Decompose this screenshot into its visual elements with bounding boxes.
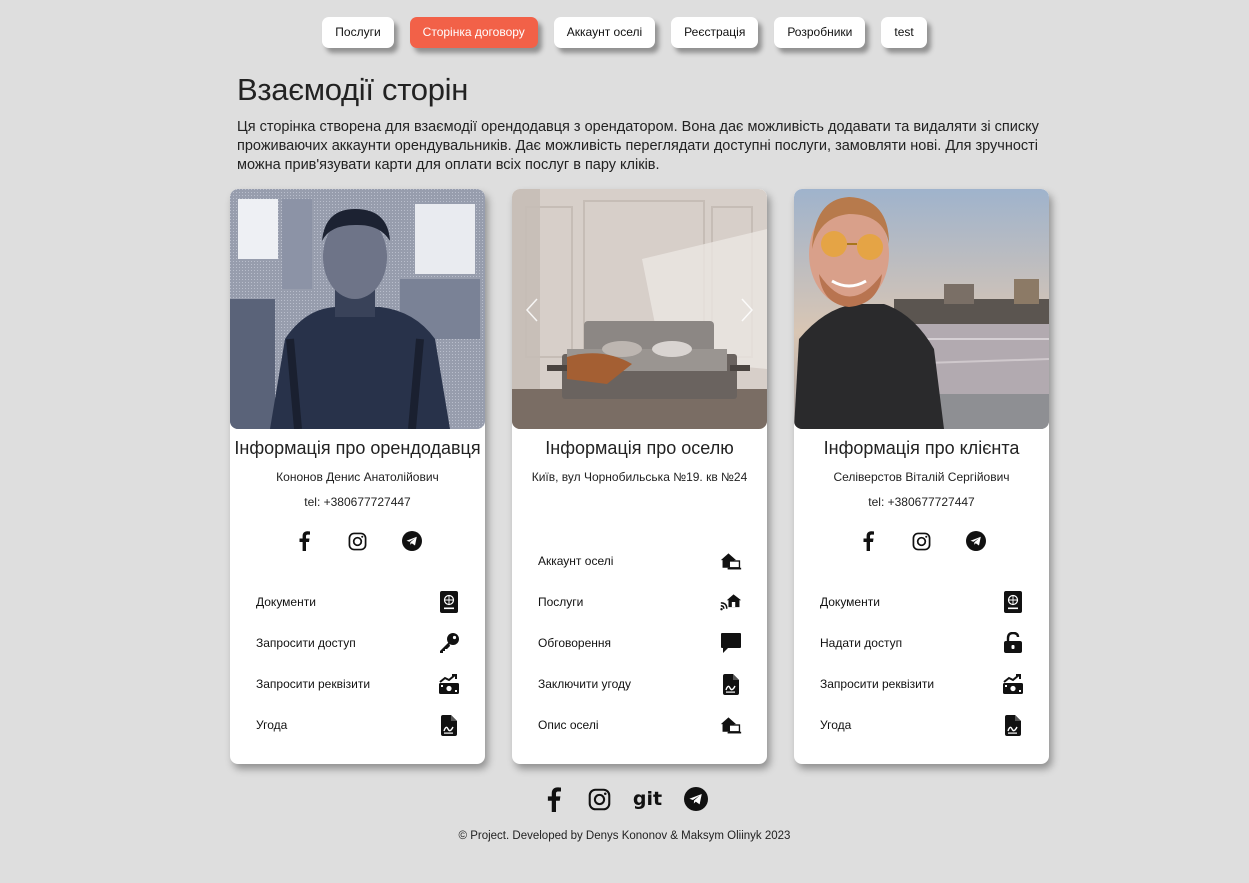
action-label: Документи bbox=[256, 595, 316, 609]
action-label: Заключити угоду bbox=[538, 677, 632, 691]
nav-services[interactable]: Послуги bbox=[322, 17, 394, 48]
instagram-icon[interactable] bbox=[912, 531, 932, 551]
landlord-card: Інформація про орендодавця Кононов Денис… bbox=[230, 189, 485, 764]
money-trend-icon bbox=[1002, 673, 1024, 695]
nav-test[interactable]: test bbox=[881, 17, 927, 48]
action-label: Угода bbox=[820, 718, 852, 732]
facebook-icon[interactable] bbox=[541, 786, 567, 812]
nav-contract-page[interactable]: Сторінка договору bbox=[409, 17, 538, 48]
client-name: Селіверстов Віталій Сергійович bbox=[833, 470, 1010, 484]
home-discussion-action[interactable]: Обговорення bbox=[538, 631, 742, 655]
client-agreement-action[interactable]: Угода bbox=[820, 713, 1024, 737]
action-label: Угода bbox=[256, 718, 288, 732]
landlord-request-access-action[interactable]: Запросити доступ bbox=[256, 631, 460, 655]
page-title: Взаємодії сторін bbox=[237, 72, 469, 107]
landlord-phone: tel: +380677727447 bbox=[304, 495, 411, 509]
git-label: git bbox=[632, 788, 663, 810]
action-label: Опис оселі bbox=[538, 718, 599, 732]
landlord-agreement-action[interactable]: Угода bbox=[256, 713, 460, 737]
home-description-action[interactable]: Опис оселі bbox=[538, 713, 742, 737]
action-label: Запросити доступ bbox=[256, 636, 356, 650]
carousel-next-icon[interactable] bbox=[739, 297, 755, 323]
key-icon bbox=[438, 632, 460, 654]
telegram-icon[interactable] bbox=[401, 531, 422, 551]
bedroom-photo-carousel[interactable] bbox=[512, 189, 767, 429]
facebook-icon[interactable] bbox=[294, 531, 314, 551]
action-label: Надати доступ bbox=[820, 636, 903, 650]
house-signal-icon bbox=[720, 591, 742, 613]
instagram-icon[interactable] bbox=[348, 531, 368, 551]
client-card: Інформація про клієнта Селіверстов Вітал… bbox=[794, 189, 1049, 764]
contract-file-icon bbox=[720, 673, 742, 695]
home-card: Інформація про оселю Київ, вул Чорнобиль… bbox=[512, 189, 767, 764]
client-request-details-action[interactable]: Запросити реквізити bbox=[820, 672, 1024, 696]
landlord-photo bbox=[230, 189, 485, 429]
unlock-icon bbox=[1002, 632, 1024, 654]
action-label: Обговорення bbox=[538, 636, 612, 650]
landlord-card-title: Інформація про орендодавця bbox=[234, 438, 481, 458]
money-trend-icon bbox=[438, 673, 460, 695]
passport-icon bbox=[1002, 591, 1024, 613]
landlord-request-details-action[interactable]: Запросити реквізити bbox=[256, 672, 460, 696]
telegram-icon[interactable] bbox=[965, 531, 986, 551]
client-socials bbox=[794, 531, 1049, 551]
house-laptop-icon bbox=[720, 550, 742, 572]
client-grant-access-action[interactable]: Надати доступ bbox=[820, 631, 1024, 655]
nav-developers[interactable]: Розробники bbox=[774, 17, 866, 48]
nav-registration[interactable]: Реєстрація bbox=[671, 17, 759, 48]
contract-file-icon bbox=[1002, 714, 1024, 736]
action-label: Запросити реквізити bbox=[820, 677, 935, 691]
action-label: Запросити реквізити bbox=[256, 677, 371, 691]
client-card-title: Інформація про клієнта bbox=[823, 438, 1020, 458]
page-intro: Ця сторінка створена для взаємодії оренд… bbox=[237, 119, 1039, 173]
nav-home-account[interactable]: Аккаунт оселі bbox=[553, 17, 656, 48]
contract-file-icon bbox=[438, 714, 460, 736]
footer-copyright: © Project. Developed by Denys Kononov & … bbox=[458, 830, 791, 842]
house-laptop-icon bbox=[720, 714, 742, 736]
client-photo bbox=[794, 189, 1049, 429]
home-address: Київ, вул Чорнобильська №19. кв №24 bbox=[531, 470, 748, 484]
top-nav: Послуги Сторінка договору Аккаунт оселі … bbox=[0, 17, 1249, 48]
landlord-name: Кононов Денис Анатолійович bbox=[276, 470, 439, 484]
action-label: Послуги bbox=[538, 595, 584, 609]
landlord-socials bbox=[230, 531, 485, 551]
home-make-agreement-action[interactable]: Заключити угоду bbox=[538, 672, 742, 696]
home-card-title: Інформація про оселю bbox=[545, 438, 734, 458]
action-label: Документи bbox=[820, 595, 880, 609]
footer-socials: git bbox=[0, 786, 1249, 812]
instagram-icon[interactable] bbox=[587, 786, 613, 812]
passport-icon bbox=[438, 591, 460, 613]
landlord-documents-action[interactable]: Документи bbox=[256, 590, 460, 614]
client-phone: tel: +380677727447 bbox=[868, 495, 975, 509]
home-services-action[interactable]: Послуги bbox=[538, 590, 742, 614]
home-account-action[interactable]: Аккаунт оселі bbox=[538, 549, 742, 573]
client-documents-action[interactable]: Документи bbox=[820, 590, 1024, 614]
carousel-prev-icon[interactable] bbox=[524, 297, 540, 323]
facebook-icon[interactable] bbox=[858, 531, 878, 551]
comment-icon bbox=[720, 632, 742, 654]
telegram-icon[interactable] bbox=[683, 786, 709, 812]
action-label: Аккаунт оселі bbox=[538, 554, 614, 568]
git-icon[interactable]: git bbox=[633, 786, 663, 812]
